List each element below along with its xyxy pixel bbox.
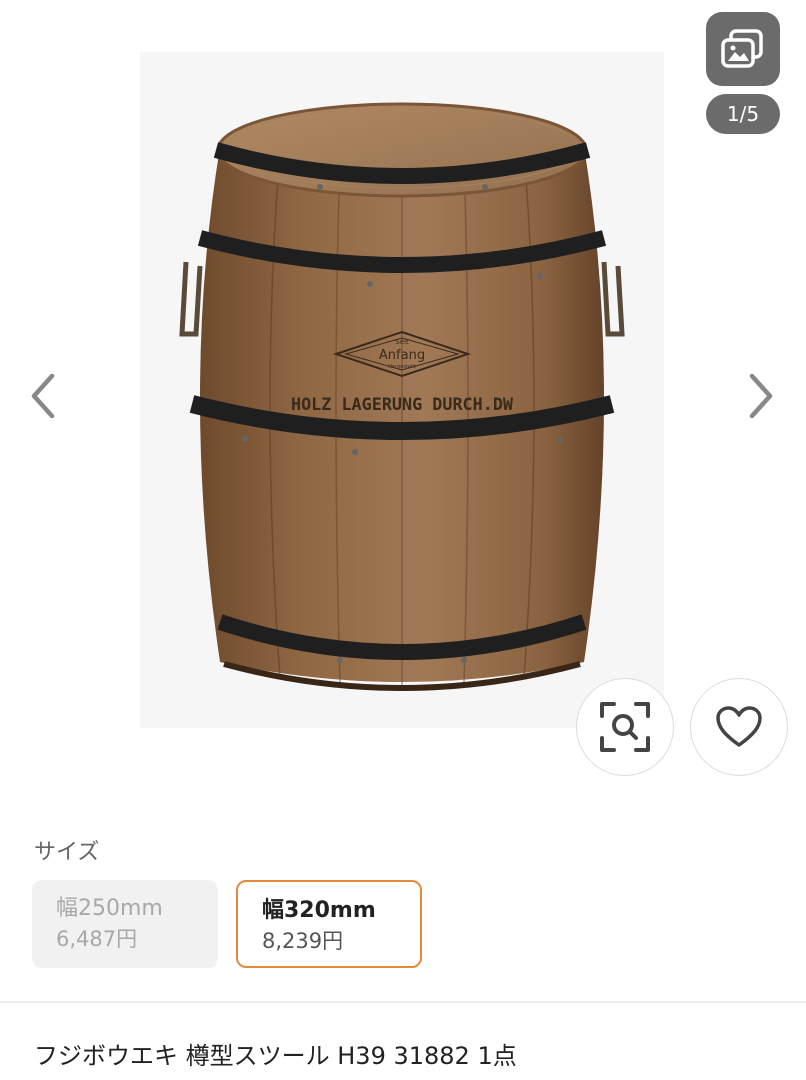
gallery-icon <box>721 29 763 68</box>
size-option-250mm[interactable]: 幅250mm 6,487円 <box>32 880 218 968</box>
product-gallery: Seit Anfang Hergestellt HOLZ LAGERUNG DU… <box>0 0 806 790</box>
size-option-price: 8,239円 <box>262 929 344 953</box>
chevron-left-icon <box>31 373 55 419</box>
image-search-button[interactable] <box>576 678 674 776</box>
product-image[interactable]: Seit Anfang Hergestellt HOLZ LAGERUNG DU… <box>140 52 664 728</box>
image-counter: 1/5 <box>706 94 780 134</box>
emblem-top-text: Seit <box>395 338 409 346</box>
size-option-price: 6,487円 <box>56 927 138 951</box>
chevron-right-icon <box>749 373 773 419</box>
size-option-320mm[interactable]: 幅320mm 8,239円 <box>236 880 422 968</box>
size-section-label: サイズ <box>34 840 100 865</box>
size-option-name: 幅250mm <box>56 896 163 921</box>
section-divider <box>0 1001 806 1003</box>
favorite-button[interactable] <box>690 678 788 776</box>
previous-image-button[interactable] <box>22 368 62 424</box>
size-option-name: 幅320mm <box>262 898 376 923</box>
next-image-button[interactable] <box>742 368 782 424</box>
barrel-stencil-text: HOLZ LAGERUNG DURCH.DW <box>291 395 514 415</box>
barrel-illustration: Seit Anfang Hergestellt HOLZ LAGERUNG DU… <box>179 102 625 691</box>
gallery-button[interactable] <box>706 12 780 86</box>
product-title: フジボウエキ 樽型スツール H39 31882 1点 <box>34 1042 517 1070</box>
heart-icon <box>716 706 762 747</box>
emblem-brand-text: Anfang <box>379 348 425 363</box>
image-search-icon <box>600 702 650 752</box>
emblem-bottom-text: Hergestellt <box>388 364 415 370</box>
